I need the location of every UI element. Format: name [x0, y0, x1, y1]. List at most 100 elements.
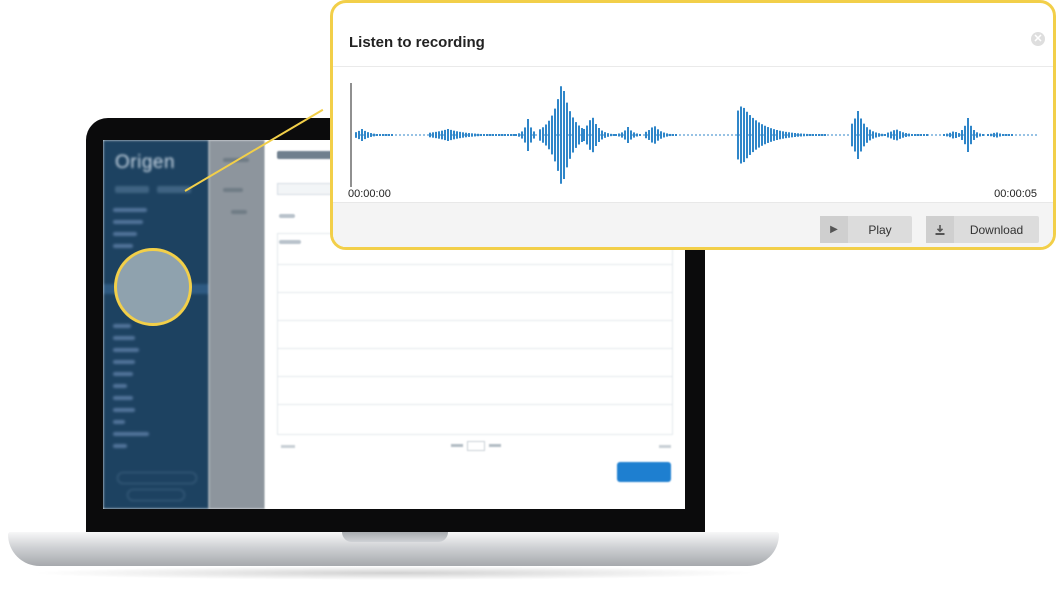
waveform-baseline-tick	[747, 134, 749, 136]
table-row[interactable]	[278, 348, 672, 349]
popup-footer: ▶ Play Download	[333, 202, 1053, 247]
sidebar-item[interactable]	[113, 396, 133, 400]
waveform-bar	[501, 134, 503, 136]
waveform-baseline-tick	[567, 134, 569, 136]
waveform-baseline-tick	[443, 134, 445, 136]
pager-prev[interactable]	[281, 445, 295, 448]
waveform-bar	[589, 120, 591, 150]
waveform-baseline-tick	[763, 134, 765, 136]
waveform-baseline-tick	[799, 134, 801, 136]
waveform-bar	[533, 131, 535, 139]
waveform-baseline-tick	[959, 134, 961, 136]
waveform-baseline-tick	[939, 134, 941, 136]
waveform-baseline-tick	[491, 134, 493, 136]
waveform-bar	[1005, 134, 1007, 136]
waveform-baseline-tick	[1011, 134, 1013, 136]
primary-button[interactable]	[617, 462, 671, 482]
time-start: 00:00:00	[348, 188, 391, 200]
waveform-baseline-tick	[691, 134, 693, 136]
waveform-baseline-tick	[931, 134, 933, 136]
waveform-baseline-tick	[719, 134, 721, 136]
waveform-baseline-tick	[1019, 134, 1021, 136]
sidebar-item[interactable]	[113, 372, 133, 376]
waveform-baseline-tick	[823, 134, 825, 136]
table-row[interactable]	[278, 292, 672, 293]
sidebar-item[interactable]	[113, 432, 149, 436]
waveform-baseline-tick	[587, 134, 589, 136]
play-icon: ▶	[820, 216, 848, 243]
sidebar-item[interactable]	[113, 420, 125, 424]
table-row[interactable]	[278, 264, 672, 265]
sidebar-item[interactable]	[113, 244, 133, 248]
waveform-baseline-tick	[855, 134, 857, 136]
waveform-bar	[557, 99, 559, 171]
waveform-baseline-tick	[591, 134, 593, 136]
waveform-baseline-tick	[619, 134, 621, 136]
main-table	[277, 233, 673, 435]
waveform-baseline-tick	[743, 134, 745, 136]
waveform-baseline-tick	[483, 134, 485, 136]
waveform-baseline-tick	[751, 134, 753, 136]
waveform-baseline-tick	[943, 134, 945, 136]
waveform-baseline-tick	[771, 134, 773, 136]
waveform-baseline-tick	[467, 134, 469, 136]
waveform-baseline-tick	[379, 134, 381, 136]
waveform-bar	[761, 124, 763, 146]
waveform-baseline-tick	[367, 134, 369, 136]
waveform-baseline-tick	[1003, 134, 1005, 136]
waveform-baseline-tick	[371, 134, 373, 136]
waveform-bar	[905, 133, 907, 137]
waveform-baseline-tick	[875, 134, 877, 136]
waveform-bar	[601, 130, 603, 140]
close-icon[interactable]: ✕	[1031, 32, 1045, 46]
table-row[interactable]	[278, 376, 672, 377]
sidebar-item[interactable]	[113, 336, 135, 340]
table-row[interactable]	[278, 404, 672, 405]
waveform-baseline-tick	[975, 134, 977, 136]
waveform-bar	[773, 129, 775, 141]
popup-divider	[333, 66, 1053, 67]
waveform-baseline-tick	[659, 134, 661, 136]
sidebar-tab[interactable]	[115, 186, 149, 193]
sidebar-item[interactable]	[113, 208, 147, 212]
pager[interactable]	[451, 441, 505, 451]
waveform-baseline-tick	[895, 134, 897, 136]
waveform-baseline-tick	[955, 134, 957, 136]
sidebar-item[interactable]	[113, 408, 135, 412]
waveform-bar	[949, 132, 951, 138]
waveform[interactable]	[347, 79, 1041, 187]
pager-next[interactable]	[659, 445, 671, 448]
waveform-baseline-tick	[539, 134, 541, 136]
download-label: Download	[969, 222, 1024, 237]
sidebar-item[interactable]	[113, 232, 137, 236]
waveform-baseline-tick	[631, 134, 633, 136]
sidebar-item[interactable]	[113, 348, 139, 352]
waveform-baseline-tick	[399, 134, 401, 136]
waveform-baseline-tick	[547, 134, 549, 136]
waveform-bar	[361, 129, 363, 141]
sidebar-button[interactable]	[127, 489, 185, 501]
waveform-baseline-tick	[1035, 134, 1037, 136]
waveform-baseline-tick	[479, 134, 481, 136]
download-button[interactable]: Download	[926, 216, 1039, 243]
waveform-baseline-tick	[495, 134, 497, 136]
main-field[interactable]	[277, 183, 335, 195]
waveform-baseline-tick	[859, 134, 861, 136]
table-row[interactable]	[278, 320, 672, 321]
magnifier-circle	[114, 248, 192, 326]
sidebar-item[interactable]	[113, 360, 135, 364]
sidebar-item[interactable]	[113, 324, 131, 328]
waveform-baseline-tick	[415, 134, 417, 136]
sidebar-button[interactable]	[117, 472, 197, 484]
waveform-bar	[973, 130, 975, 140]
waveform-baseline-tick	[575, 134, 577, 136]
sidebar-item[interactable]	[113, 220, 143, 224]
play-button[interactable]: ▶ Play	[820, 216, 912, 243]
waveform-baseline-tick	[915, 134, 917, 136]
waveform-bar	[521, 131, 523, 139]
waveform-bar	[489, 134, 491, 136]
waveform-baseline-tick	[731, 134, 733, 136]
sidebar-item[interactable]	[113, 444, 127, 448]
waveform-baseline-tick	[927, 134, 929, 136]
sidebar-item[interactable]	[113, 384, 127, 388]
